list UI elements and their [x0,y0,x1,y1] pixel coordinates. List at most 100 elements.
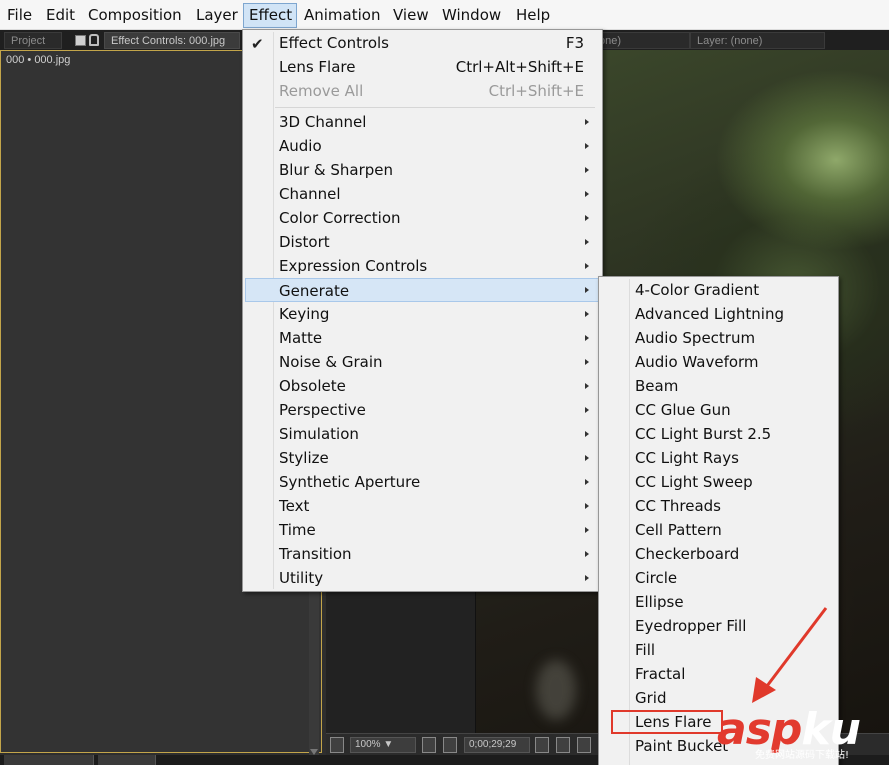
timeline-tab[interactable] [98,755,156,765]
image-detail [536,660,576,720]
watermark-logo: aspku 免费网站源码下载站! [717,704,889,765]
safe-zones-icon[interactable] [422,737,436,753]
submenu-item-audio-spectrum[interactable]: Audio Spectrum [601,326,836,350]
menu-separator [275,107,595,108]
submenu-item-label: Paint Bucket [635,734,728,758]
menu-item-simulation[interactable]: Simulation [245,422,600,446]
menu-item-label: Generate [279,279,349,303]
menu-item-lens-flare[interactable]: Lens Flare Ctrl+Alt+Shift+E [245,55,600,79]
submenu-item-circle[interactable]: Circle [601,566,836,590]
menu-file[interactable]: File [7,3,32,28]
menu-item-label: Perspective [279,398,366,422]
submenu-item-label: Ellipse [635,590,684,614]
submenu-item-4-color-gradient[interactable]: 4-Color Gradient [601,278,836,302]
submenu-item-label: CC Light Rays [635,446,739,470]
menu-item-label: Matte [279,326,322,350]
camera-icon[interactable] [535,737,549,753]
menu-item-effect-controls[interactable]: ✔ Effect Controls F3 [245,31,600,55]
menu-item-audio[interactable]: Audio [245,134,600,158]
channel-icon[interactable] [577,737,591,753]
menu-item-perspective[interactable]: Perspective [245,398,600,422]
submenu-item-cc-light-rays[interactable]: CC Light Rays [601,446,836,470]
lock-icon[interactable] [89,34,99,46]
submenu-arrow-icon [585,335,589,341]
submenu-item-eyedropper-fill[interactable]: Eyedropper Fill [601,614,836,638]
submenu-arrow-icon [585,191,589,197]
submenu-item-label: Fill [635,638,655,662]
menu-item-blur-sharpen[interactable]: Blur & Sharpen [245,158,600,182]
submenu-item-audio-waveform[interactable]: Audio Waveform [601,350,836,374]
submenu-item-label: CC Light Sweep [635,470,753,494]
menu-item-label: Distort [279,230,330,254]
panel-menu-icon[interactable] [75,35,86,46]
menu-item-generate[interactable]: Generate [245,278,600,302]
submenu-arrow-icon [585,239,589,245]
submenu-item-cc-light-sweep[interactable]: CC Light Sweep [601,470,836,494]
menu-item-label: Remove All [279,79,363,103]
current-time[interactable]: 0;00;29;29 [464,737,530,753]
submenu-item-lens-flare[interactable]: Lens Flare [611,710,723,734]
watermark-tagline: 免费网站源码下载站! [755,746,849,761]
submenu-item-cc-threads[interactable]: CC Threads [601,494,836,518]
submenu-item-cc-light-burst[interactable]: CC Light Burst 2.5 [601,422,836,446]
menu-item-remove-all: Remove All Ctrl+Shift+E [245,79,600,103]
menu-composition[interactable]: Composition [88,3,182,28]
submenu-item-fill[interactable]: Fill [601,638,836,662]
menu-item-matte[interactable]: Matte [245,326,600,350]
menu-bar: File Edit Composition Layer Effect Anima… [0,0,889,30]
menu-item-expression-controls[interactable]: Expression Controls [245,254,600,278]
submenu-item-cell-pattern[interactable]: Cell Pattern [601,518,836,542]
submenu-arrow-icon [585,311,589,317]
submenu-arrow-icon [585,503,589,509]
submenu-item-fractal[interactable]: Fractal [601,662,836,686]
always-preview-icon[interactable] [330,737,344,753]
menu-layer[interactable]: Layer [196,3,238,28]
submenu-item-label: Checkerboard [635,542,739,566]
tab-effect-controls[interactable]: Effect Controls: 000.jpg [104,32,240,49]
menu-item-label: Transition [279,542,352,566]
submenu-arrow-icon [585,527,589,533]
menu-help[interactable]: Help [516,3,550,28]
submenu-item-label: Lens Flare [635,710,711,734]
submenu-item-advanced-lightning[interactable]: Advanced Lightning [601,302,836,326]
submenu-arrow-icon [585,407,589,413]
submenu-item-beam[interactable]: Beam [601,374,836,398]
menu-item-noise-grain[interactable]: Noise & Grain [245,350,600,374]
submenu-item-label: Grid [635,686,666,710]
menu-item-keying[interactable]: Keying [245,302,600,326]
menu-item-text[interactable]: Text [245,494,600,518]
menu-item-transition[interactable]: Transition [245,542,600,566]
menu-effect[interactable]: Effect [243,3,297,28]
menu-item-3d-channel[interactable]: 3D Channel [245,110,600,134]
menu-item-obsolete[interactable]: Obsolete [245,374,600,398]
menu-item-color-correction[interactable]: Color Correction [245,206,600,230]
submenu-item-ellipse[interactable]: Ellipse [601,590,836,614]
menu-item-stylize[interactable]: Stylize [245,446,600,470]
menu-item-label: Effect Controls [279,31,389,55]
menu-item-label: Channel [279,182,341,206]
submenu-arrow-icon [585,455,589,461]
submenu-item-checkerboard[interactable]: Checkerboard [601,542,836,566]
menu-item-time[interactable]: Time [245,518,600,542]
menu-item-channel[interactable]: Channel [245,182,600,206]
submenu-arrow-icon [585,479,589,485]
menu-window[interactable]: Window [442,3,501,28]
submenu-item-cc-glue-gun[interactable]: CC Glue Gun [601,398,836,422]
menu-item-utility[interactable]: Utility [245,566,600,590]
timeline-tab[interactable] [4,755,94,765]
region-of-interest-icon[interactable] [443,737,457,753]
menu-edit[interactable]: Edit [46,3,75,28]
submenu-arrow-icon [585,143,589,149]
menu-view[interactable]: View [393,3,429,28]
menu-item-distort[interactable]: Distort [245,230,600,254]
menu-item-label: Noise & Grain [279,350,383,374]
submenu-item-label: CC Glue Gun [635,398,731,422]
menu-item-label: Blur & Sharpen [279,158,393,182]
tab-project[interactable]: Project [4,32,62,49]
menu-item-label: Text [279,494,309,518]
show-snapshot-icon[interactable] [556,737,570,753]
zoom-dropdown[interactable]: 100% ▼ [350,737,416,753]
tab-layer[interactable]: Layer: (none) [690,32,825,49]
menu-animation[interactable]: Animation [304,3,380,28]
menu-item-synthetic-aperture[interactable]: Synthetic Aperture [245,470,600,494]
